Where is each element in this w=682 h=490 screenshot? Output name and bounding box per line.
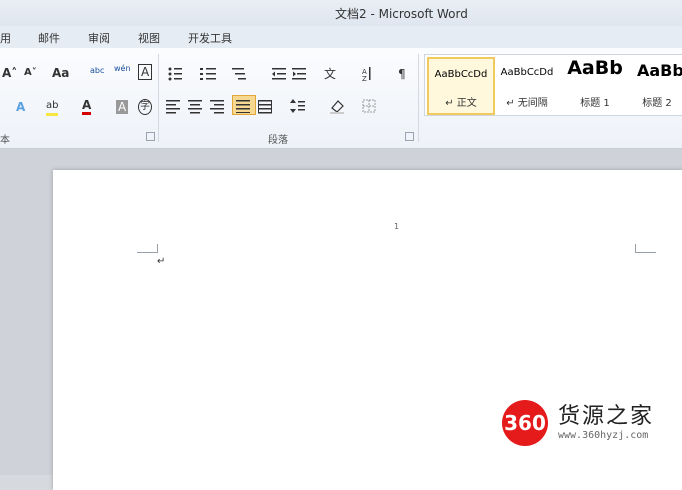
chinese-layout-icon: 文 (324, 66, 336, 81)
window-title: 文档2 - Microsoft Word (335, 7, 468, 21)
margin-corner-right (635, 244, 656, 253)
paragraph-row-1: 文 A Z ¶ (168, 66, 406, 82)
svg-text:文: 文 (324, 66, 336, 81)
distributed-icon (258, 100, 272, 114)
watermark-logo: 360 (502, 400, 548, 446)
numbering-icon (200, 68, 216, 80)
font-group-label: 本 (0, 135, 10, 146)
tab-review[interactable]: 审阅 (88, 30, 110, 46)
grow-font-icon[interactable]: A˄ (2, 66, 17, 80)
style-heading-2[interactable]: AaBb 标题 2 (631, 55, 682, 113)
align-right-icon (210, 100, 224, 114)
text-effect-icon[interactable]: A (16, 100, 25, 114)
decrease-indent-icon (272, 68, 286, 80)
line-spacing-icon (290, 99, 305, 113)
watermark-url: www.360hyzj.com (558, 430, 649, 441)
paragraph-dialog-launcher[interactable] (405, 132, 414, 141)
enclose-char-icon[interactable]: 字 (138, 99, 152, 115)
ribbon: A˄ A˅ Aa abc wén A A ab A A 字 本 文 A Z ¶ … (0, 48, 682, 149)
clear-format-icon[interactable]: abc (90, 64, 104, 78)
justify-icon (236, 100, 250, 113)
show-marks-icon: ¶ (398, 67, 406, 81)
style-sample: AaBb (567, 57, 623, 79)
svg-text:Z: Z (362, 75, 367, 82)
style-name: ↵ 无间隔 (506, 98, 548, 109)
paragraph-row-2 (166, 99, 376, 114)
style-sample: AaBb (637, 61, 682, 80)
document-page[interactable]: 1 ↵ (53, 170, 682, 490)
style-name: ↵ 正文 (445, 98, 477, 109)
align-center-icon (188, 100, 202, 114)
style-sample: AaBbCcDd (434, 69, 488, 80)
style-name: 标题 2 (642, 98, 672, 109)
borders-icon (362, 99, 376, 113)
tab-mailings[interactable]: 邮件 (38, 30, 60, 46)
tab-developer[interactable]: 开发工具 (188, 30, 232, 46)
style-sample: AaBbCcDd (500, 67, 554, 78)
style-no-spacing[interactable]: AaBbCcDd ↵ 无间隔 (495, 55, 559, 113)
font-dialog-launcher[interactable] (146, 132, 155, 141)
page-number: 1 (394, 222, 400, 231)
svg-text:¶: ¶ (398, 67, 406, 81)
shading-icon (330, 100, 344, 114)
sort-icon: A Z (362, 67, 371, 82)
bullets-icon (168, 67, 182, 81)
shrink-font-icon[interactable]: A˅ (24, 66, 37, 80)
style-normal[interactable]: AaBbCcDd ↵ 正文 (427, 57, 495, 115)
tab-partial[interactable]: 用 (0, 30, 11, 46)
margin-corner-left (137, 244, 158, 253)
align-left-icon (166, 100, 180, 114)
style-name: 标题 1 (580, 98, 610, 109)
increase-indent-icon (292, 68, 306, 80)
styles-gallery: AaBbCcDd ↵ 正文 AaBbCcDd ↵ 无间隔 AaBb 标题 1 A… (424, 54, 682, 116)
char-shading-icon[interactable]: A (116, 100, 129, 114)
paragraph-mark: ↵ (157, 256, 166, 267)
ribbon-tabs: 用 邮件 审阅 视图 开发工具 (0, 26, 682, 48)
group-divider (158, 54, 159, 142)
style-heading-1[interactable]: AaBb 标题 1 (563, 55, 627, 113)
paragraph-group-label: 段落 (268, 135, 288, 146)
watermark-name: 货源之家 (558, 404, 655, 429)
highlight-icon[interactable]: ab (46, 99, 59, 116)
font-color-icon[interactable]: A (82, 98, 92, 115)
char-border-icon[interactable]: A (138, 64, 153, 80)
tab-view[interactable]: 视图 (138, 30, 160, 46)
change-case-icon[interactable]: Aa (52, 66, 69, 80)
multilevel-list-icon (232, 68, 246, 80)
phonetic-guide-icon[interactable]: wén (114, 62, 131, 76)
title-bar: 文档2 - Microsoft Word (0, 0, 682, 26)
group-divider (418, 54, 419, 142)
